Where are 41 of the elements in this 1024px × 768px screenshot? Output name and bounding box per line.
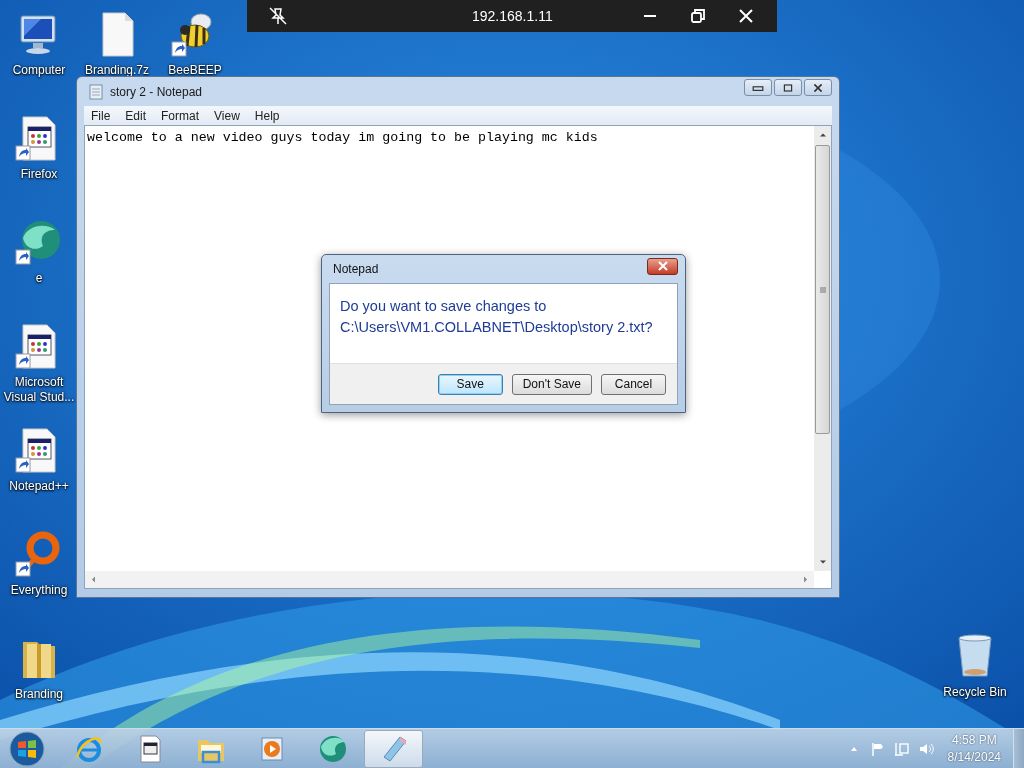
grip-icon <box>819 286 826 293</box>
menu-item[interactable]: View <box>207 108 248 123</box>
icon-label: Branding <box>14 687 63 702</box>
icon-label: Everything <box>10 583 68 598</box>
message-text: C:\Users\VM1.COLLABNET\Desktop\story 2.txt? <box>340 318 654 337</box>
vertical-scrollbar[interactable] <box>814 126 831 571</box>
notepad-icon <box>88 83 104 100</box>
minimize-button[interactable] <box>744 79 772 96</box>
close-button[interactable] <box>804 79 832 96</box>
dialog-button[interactable]: Save <box>437 373 503 395</box>
minimize-icon <box>752 83 764 92</box>
start-button[interactable] <box>7 728 47 768</box>
menu-item[interactable]: Edit <box>118 108 155 123</box>
dialog-button[interactable]: Cancel <box>601 373 666 395</box>
menu-item[interactable]: Format <box>154 108 208 123</box>
restore-icon[interactable] <box>690 8 706 24</box>
icon-label: Branding.7z <box>84 63 149 78</box>
message-text: Do you want to save changes to <box>340 297 548 316</box>
dialog-title: Notepad <box>333 262 379 276</box>
menu-item[interactable]: Help <box>247 108 288 123</box>
icon-label: Microsoft Visual Stud... <box>2 375 76 405</box>
close-icon <box>656 261 669 271</box>
maximize-button[interactable] <box>774 79 802 96</box>
icon-label: Firefox <box>20 167 58 182</box>
unpin-icon[interactable] <box>268 6 288 26</box>
dialog-button[interactable]: Don't Save <box>511 373 592 395</box>
maximize-icon <box>782 83 794 92</box>
window-title: story 2 - Notepad <box>110 84 203 99</box>
document-text: welcome to a new video guys today im going to be playing mc kids <box>87 130 598 145</box>
close-button[interactable] <box>647 257 678 275</box>
icon-label: Recycle Bin <box>943 685 1007 700</box>
menu-item[interactable]: File <box>84 108 119 123</box>
globe-icon[interactable] <box>15 218 63 266</box>
close-icon[interactable] <box>738 8 754 24</box>
connection-title: 192.168.1.11 <box>472 8 553 24</box>
close-icon <box>812 83 824 92</box>
icon-label: Computer <box>12 63 66 78</box>
icon-label: BeeBEEP <box>168 63 222 78</box>
icon-label: Notepad++ <box>9 479 69 494</box>
icon-label: e <box>35 271 43 286</box>
horizontal-scrollbar[interactable] <box>85 571 814 588</box>
